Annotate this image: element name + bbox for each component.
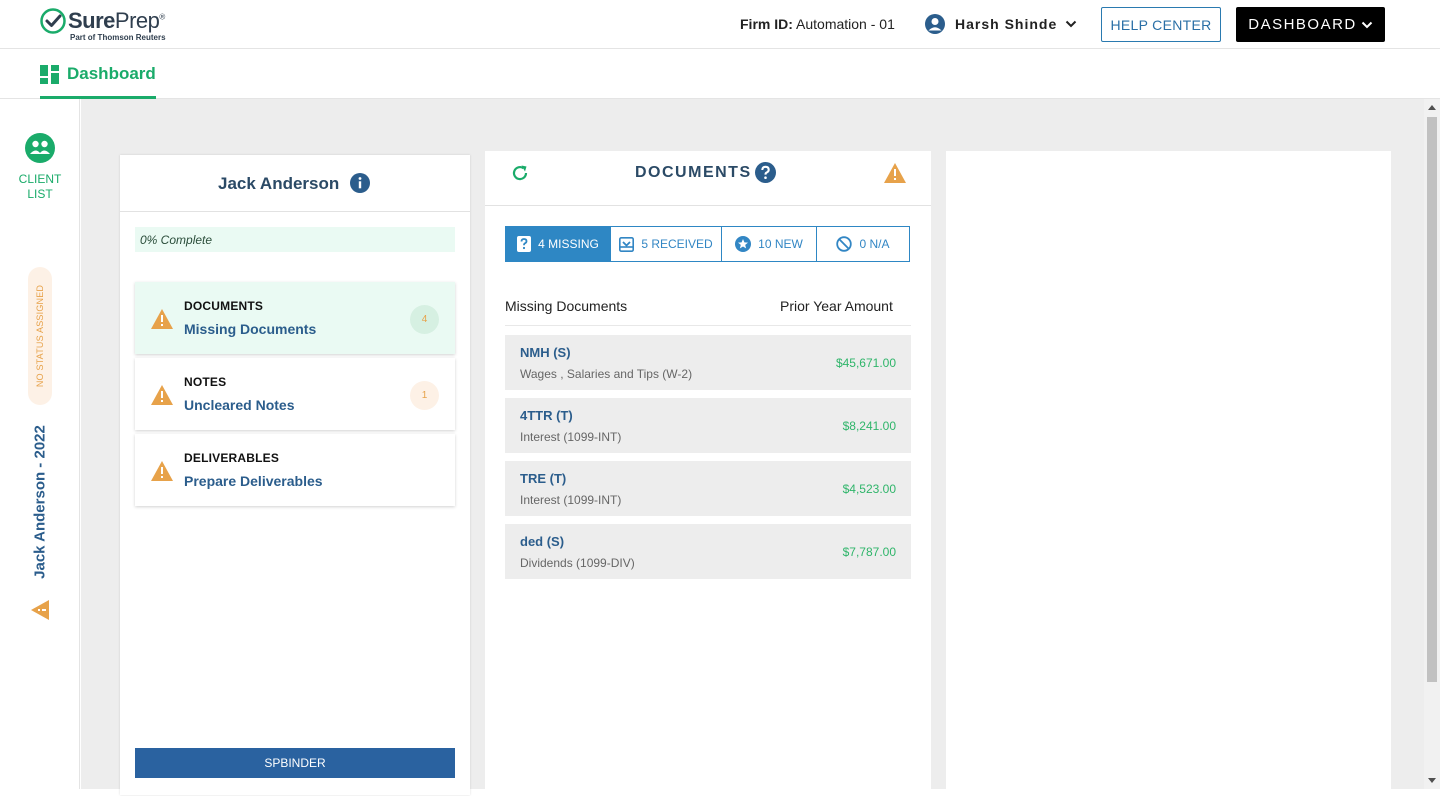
chevron-down-icon (1361, 21, 1372, 28)
dashboard-menu-label: DASHBOARD (1248, 16, 1357, 33)
client-panel-header: Jack Anderson (120, 155, 470, 212)
document-row[interactable]: NMH (S) Wages , Salaries and Tips (W-2) … (505, 335, 911, 390)
question-doc-icon (517, 236, 532, 252)
filter-missing[interactable]: 4 MISSING (506, 227, 610, 261)
document-row[interactable]: TRE (T) Interest (1099-INT) $4,523.00 (505, 461, 911, 516)
warning-icon (31, 600, 49, 620)
document-description: Dividends (1099-DIV) (520, 556, 635, 570)
documents-panel-header: DOCUMENTS (485, 151, 931, 206)
task-documents-title: DOCUMENTS (184, 299, 264, 313)
count-badge: 4 (410, 305, 439, 334)
user-avatar-icon (925, 14, 945, 34)
task-notes-title: NOTES (184, 375, 227, 389)
client-panel: Jack Anderson 0% Complete DOCUMENTS Miss… (120, 155, 470, 795)
document-description: Wages , Salaries and Tips (W-2) (520, 367, 693, 381)
document-amount: $7,787.00 (842, 545, 896, 559)
prior-year-amount-header: Prior Year Amount (780, 298, 893, 314)
warning-icon (884, 163, 906, 183)
document-description: Interest (1099-INT) (520, 430, 622, 444)
document-row[interactable]: ded (S) Dividends (1099-DIV) $7,787.00 (505, 524, 911, 579)
logo-subtitle: Part of Thomson Reuters (70, 33, 166, 42)
document-name: 4TTR (T) (520, 408, 573, 423)
logo-check-icon (40, 8, 66, 34)
missing-documents-header: Missing Documents (505, 298, 628, 314)
task-deliverables[interactable]: DELIVERABLES Prepare Deliverables (135, 434, 455, 506)
dashboard-menu-button[interactable]: DASHBOARD (1236, 7, 1385, 42)
count-badge: 1 (410, 381, 439, 410)
task-notes-subtitle: Uncleared Notes (184, 397, 295, 413)
task-notes[interactable]: NOTES Uncleared Notes 1 (135, 358, 455, 430)
task-deliverables-subtitle: Prepare Deliverables (184, 473, 323, 489)
scroll-thumb[interactable] (1427, 117, 1437, 682)
tab-dashboard[interactable]: Dashboard (40, 49, 156, 99)
refresh-icon[interactable] (511, 164, 529, 182)
detail-panel (946, 151, 1391, 796)
documents-panel: DOCUMENTS 4 MISSING 5 RECEIVED 10 NEW 0 … (485, 151, 931, 796)
task-documents[interactable]: DOCUMENTS Missing Documents 4 (135, 282, 455, 354)
info-icon[interactable] (350, 173, 370, 193)
task-documents-subtitle: Missing Documents (184, 321, 317, 337)
client-name: Jack Anderson (218, 174, 340, 193)
client-year-label: Jack Anderson - 2022 (31, 425, 49, 579)
task-deliverables-title: DELIVERABLES (184, 451, 280, 465)
document-amount: $45,671.00 (835, 356, 896, 370)
star-icon (735, 236, 752, 252)
document-name: ded (S) (520, 534, 565, 549)
user-menu[interactable]: Harsh Shinde (924, 12, 1077, 36)
warning-icon (151, 385, 173, 405)
client-list-button[interactable]: CLIENT LIST (16, 133, 64, 202)
ban-icon (836, 236, 853, 252)
document-row[interactable]: 4TTR (T) Interest (1099-INT) $8,241.00 (505, 398, 911, 453)
help-icon[interactable] (755, 162, 776, 183)
inbox-icon (619, 236, 635, 252)
tab-dashboard-label: Dashboard (67, 64, 156, 83)
tab-bar: Dashboard (0, 49, 1440, 99)
help-center-button[interactable]: HELP CENTER (1101, 7, 1221, 42)
document-amount: $8,241.00 (842, 419, 896, 433)
filter-new[interactable]: 10 NEW (721, 227, 816, 261)
documents-title: DOCUMENTS (635, 164, 752, 181)
client-list-icon (25, 133, 55, 163)
page-scrollbar[interactable] (1424, 99, 1440, 789)
progress-indicator: 0% Complete (135, 227, 455, 252)
dashboard-grid-icon (40, 64, 59, 84)
chevron-down-icon (1066, 20, 1077, 28)
divider (505, 325, 911, 326)
scroll-down-arrow[interactable] (1428, 778, 1436, 783)
document-amount: $4,523.00 (842, 482, 896, 496)
spbinder-button[interactable]: SPBINDER (135, 748, 455, 778)
left-sidebar: CLIENT LIST NO STATUS ASSIGNED Jack Ander… (0, 99, 80, 789)
document-name: NMH (S) (520, 345, 571, 360)
warning-icon (151, 461, 173, 481)
warning-icon (151, 309, 173, 329)
scroll-up-arrow[interactable] (1428, 105, 1436, 110)
progress-text: 0% Complete (140, 233, 213, 247)
document-name: TRE (T) (520, 471, 567, 486)
logo-wordmark: SurePrep® (68, 8, 165, 33)
user-name: Harsh Shinde (955, 16, 1058, 32)
document-filter-tabs: 4 MISSING 5 RECEIVED 10 NEW 0 N/A (505, 226, 910, 262)
top-bar: SurePrep® Part of Thomson Reuters Firm I… (0, 0, 1440, 49)
client-list-label: CLIENT LIST (18, 172, 62, 201)
status-badge: NO STATUS ASSIGNED (28, 267, 52, 405)
filter-received[interactable]: 5 RECEIVED (610, 227, 721, 261)
filter-na[interactable]: 0 N/A (816, 227, 909, 261)
firm-id: Firm ID: Automation - 01 (740, 16, 895, 32)
document-description: Interest (1099-INT) (520, 493, 622, 507)
